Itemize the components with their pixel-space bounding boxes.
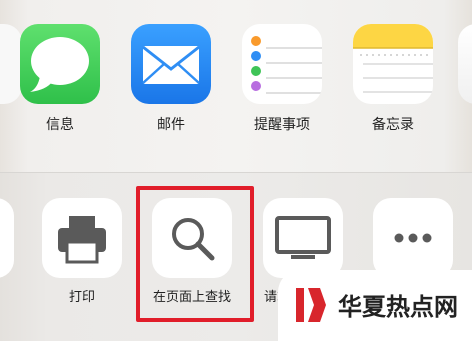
notes-icon [353, 24, 433, 104]
app-label: 备忘录 [372, 117, 414, 133]
app-mail[interactable]: 邮件 [129, 24, 213, 134]
action-label: 打印 [68, 290, 95, 305]
share-sheet: 信息 邮件 提醒事项 备忘录 打印 在页面上查找 华夏热点网 [0, 0, 472, 341]
action-print[interactable]: 打印 [40, 198, 124, 307]
more-icon [373, 198, 453, 278]
app-messages[interactable]: 信息 [18, 24, 102, 134]
app-label: 提醒事项 [254, 117, 310, 133]
printer-icon [42, 198, 122, 278]
messages-icon [20, 24, 100, 104]
action-partial-left[interactable] [0, 198, 14, 278]
watermark: 华夏热点网 [278, 270, 472, 341]
app-partial-right[interactable] [458, 24, 472, 104]
mail-icon [131, 24, 211, 104]
app-notes[interactable]: 备忘录 [351, 24, 435, 134]
monitor-icon [263, 198, 343, 278]
reminders-icon [242, 24, 322, 104]
watermark-text: 华夏热点网 [338, 293, 458, 321]
logo-mark [296, 288, 326, 322]
app-label: 邮件 [157, 117, 185, 133]
app-label: 信息 [46, 117, 74, 133]
app-row: 信息 邮件 提醒事项 备忘录 [0, 0, 472, 172]
app-reminders[interactable]: 提醒事项 [240, 24, 324, 134]
highlight-box [136, 186, 254, 322]
